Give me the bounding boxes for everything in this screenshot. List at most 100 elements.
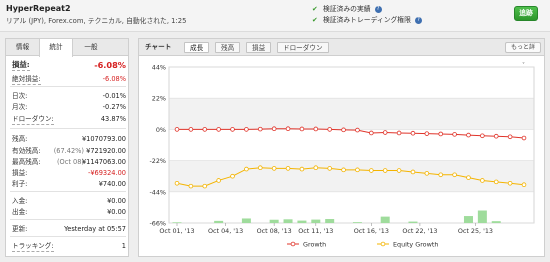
growth-point[interactable]: [466, 132, 471, 138]
stat-row: 絶対損益: -6.08%: [12, 74, 126, 85]
tab-general[interactable]: 一般: [73, 39, 109, 56]
stat-value: 43.87%: [100, 115, 126, 123]
equity-growth-point[interactable]: [216, 178, 221, 183]
growth-point[interactable]: [452, 132, 457, 137]
divider: [10, 219, 126, 220]
growth-point[interactable]: [424, 131, 430, 136]
growth-point[interactable]: [438, 131, 444, 137]
growth-point[interactable]: [410, 130, 416, 136]
stat-value: -6.08%: [102, 75, 126, 83]
equity-growth-point[interactable]: [410, 169, 416, 175]
equity-growth-point[interactable]: [271, 166, 277, 171]
stat-label: 最高残高:: [12, 158, 41, 166]
equity-growth-point[interactable]: [466, 175, 471, 180]
equity-growth-point[interactable]: [480, 178, 485, 183]
equity-growth-point[interactable]: [313, 165, 319, 170]
equity-growth-point[interactable]: [424, 171, 430, 176]
equity-growth-point[interactable]: [244, 166, 249, 172]
volume-bar: [463, 216, 473, 223]
check-icon: ✔: [312, 5, 318, 13]
growth-point[interactable]: [202, 127, 208, 132]
growth-point[interactable]: [299, 126, 305, 132]
more-button[interactable]: もっと詳: [505, 42, 541, 53]
equity-growth-point[interactable]: [327, 166, 332, 171]
stat-label: 損益:: [12, 169, 28, 177]
stat-value: -6.08%: [94, 60, 126, 70]
stat-label: 入金:: [12, 197, 28, 205]
tab-growth[interactable]: 成長: [184, 42, 210, 53]
tab-profit[interactable]: 損益: [246, 42, 272, 53]
equity-growth-point[interactable]: [188, 183, 194, 189]
growth-point[interactable]: [341, 127, 346, 133]
stat-value: ¥740.00: [98, 180, 126, 188]
growth-point[interactable]: [355, 127, 360, 133]
legend-equity-growth[interactable]: Equity Growth: [393, 240, 438, 248]
check-icon: ✔: [312, 16, 318, 24]
growth-point[interactable]: [507, 134, 513, 140]
growth-point[interactable]: [257, 126, 263, 132]
system-name[interactable]: HyperRepeat2: [6, 4, 71, 13]
equity-growth-point[interactable]: [230, 173, 235, 179]
growth-point[interactable]: [480, 133, 485, 139]
equity-growth-point[interactable]: [382, 168, 388, 173]
stat-label: 更新:: [12, 225, 28, 233]
stat-row: 損益: -¥69324.00: [12, 168, 126, 178]
stat-value: ¥0.00: [107, 208, 126, 216]
tab-drawdown[interactable]: ドローダウン: [277, 42, 329, 53]
system-header: HyperRepeat2 リアル (JPY), Forex.com, テクニカル…: [0, 0, 550, 32]
equity-growth-point[interactable]: [452, 172, 457, 178]
x-tick-label: Oct 16, '13: [354, 227, 389, 235]
growth-point[interactable]: [327, 127, 332, 132]
stat-label: 日次:: [12, 92, 28, 100]
y-tick-label: 0%: [156, 126, 166, 134]
x-tick-label: Oct 25, '13: [458, 227, 493, 235]
equity-growth-point[interactable]: [285, 166, 291, 171]
growth-point[interactable]: [313, 126, 319, 132]
growth-point[interactable]: [285, 126, 291, 131]
divider: [10, 86, 126, 87]
stat-row: トラッキング: 1: [12, 241, 126, 252]
equity-growth-point[interactable]: [341, 167, 346, 173]
growth-point[interactable]: [244, 127, 249, 132]
growth-point[interactable]: [382, 130, 388, 135]
equity-growth-point[interactable]: [174, 180, 180, 186]
equity-growth-point[interactable]: [507, 180, 513, 186]
zoom-reset-icon[interactable]: ˇ: [522, 63, 525, 70]
equity-growth-point[interactable]: [299, 166, 305, 172]
growth-point[interactable]: [188, 127, 194, 132]
equity-growth-point[interactable]: [257, 165, 263, 170]
equity-growth-point[interactable]: [493, 179, 499, 185]
volume-bar: [477, 210, 487, 223]
help-icon[interactable]: ?: [374, 6, 382, 13]
stat-row: 出金: ¥0.00: [12, 207, 126, 217]
stat-label: 有効残高:: [12, 147, 41, 155]
tab-stats[interactable]: 統計: [39, 39, 73, 57]
follow-button[interactable]: 追跡: [514, 6, 538, 21]
growth-point[interactable]: [216, 127, 221, 132]
growth-point[interactable]: [174, 127, 180, 132]
verified-trading-privileges: ✔ 検証済みトレーディング権限?: [312, 14, 422, 24]
growth-point[interactable]: [396, 130, 402, 136]
equity-growth-point[interactable]: [521, 182, 527, 188]
growth-point[interactable]: [271, 126, 277, 131]
equity-growth-point[interactable]: [369, 168, 374, 173]
growth-point[interactable]: [521, 135, 527, 141]
stat-label: ドローダウン:: [12, 115, 54, 125]
growth-point[interactable]: [369, 130, 374, 136]
stat-row: 損益: -6.08%: [12, 60, 126, 71]
growth-point[interactable]: [493, 133, 499, 139]
tab-info[interactable]: 情報: [6, 39, 39, 56]
equity-growth-point[interactable]: [202, 183, 208, 189]
tab-balance[interactable]: 残高: [215, 42, 241, 53]
volume-bar: [172, 222, 182, 223]
equity-growth-point[interactable]: [396, 168, 402, 173]
equity-growth-point[interactable]: [355, 167, 360, 173]
legend-growth[interactable]: Growth: [303, 240, 326, 248]
equity-growth-point[interactable]: [438, 172, 444, 178]
growth-point[interactable]: [230, 127, 235, 132]
help-icon[interactable]: ?: [414, 17, 422, 24]
stat-label: 損益:: [12, 60, 30, 71]
stat-value: ¥1147063.00: [81, 158, 126, 166]
y-tick-label: 44%: [152, 64, 166, 72]
y-tick-label: 22%: [152, 95, 166, 103]
